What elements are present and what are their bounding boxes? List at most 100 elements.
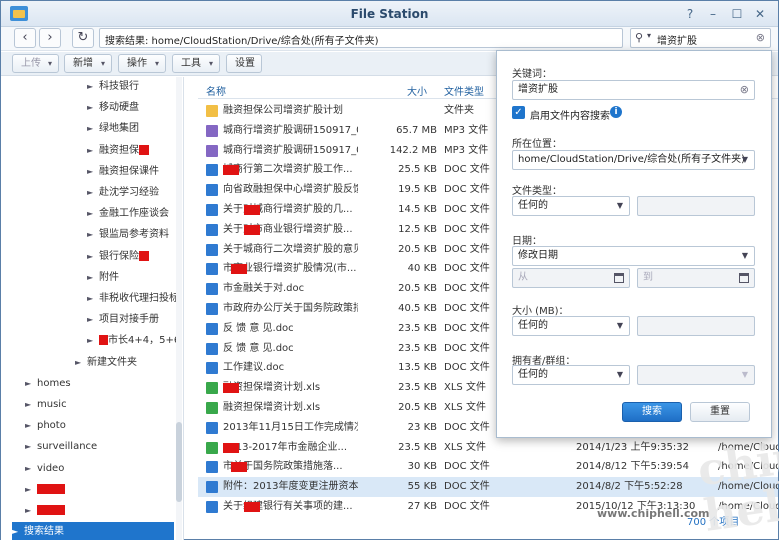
sidebar-item[interactable]: ► 项目对接手册 (87, 310, 159, 330)
clear-keyword-icon[interactable]: ⊗ (740, 81, 749, 99)
mp3-file-icon (206, 124, 218, 137)
chevron-right-icon[interactable]: ► (87, 98, 99, 118)
sidebar-item[interactable]: ► 移动硬盘 (87, 98, 139, 118)
cell-size: 23.5 KB (398, 322, 437, 334)
chevron-right-icon[interactable]: ► (87, 289, 99, 309)
calendar-icon[interactable] (614, 273, 624, 283)
chevron-right-icon[interactable]: ► (25, 395, 37, 415)
doc-file-icon (206, 164, 218, 177)
sidebar-item[interactable]: ► (25, 501, 65, 521)
maximize-icon[interactable]: ☐ (729, 6, 745, 22)
content-search-checkbox[interactable]: ✓ (512, 106, 525, 119)
chevron-right-icon[interactable]: ► (87, 77, 99, 97)
size-select[interactable]: 任何的 ▼ (512, 316, 630, 336)
size-value-input[interactable] (637, 316, 755, 336)
chevron-right-icon[interactable]: ► (25, 374, 37, 394)
path-field[interactable]: 搜索结果: home/CloudStation/Drive/综合处(所有子文件夹… (99, 28, 623, 48)
chevron-right-icon[interactable]: ► (87, 183, 99, 203)
settings-button[interactable]: 设置 (226, 54, 262, 73)
pin-icon[interactable]: – (705, 6, 721, 22)
cell-type: XLS 文件 (444, 382, 486, 394)
tools-button[interactable]: 工具 ▾ (172, 54, 220, 73)
owner-name-select[interactable]: ▼ (637, 365, 755, 385)
refresh-button[interactable]: ↻ (72, 28, 94, 48)
chevron-right-icon[interactable]: ► (87, 225, 99, 245)
doc-file-icon (206, 362, 218, 375)
chevron-right-icon[interactable]: ► (25, 501, 37, 521)
help-icon[interactable]: ? (682, 6, 698, 22)
sidebar-item[interactable]: ► 银监局参考资料 (87, 225, 169, 245)
file-station-window: File Station ? – ☐ ✕ ‹ › ↻ 搜索结果: home/Cl… (0, 0, 779, 540)
table-row[interactable]: 2013-2017年市金融企业... 23.5 KB XLS 文件 2014/1/23… (198, 438, 778, 458)
column-name[interactable]: 名称 (206, 83, 226, 98)
chevron-right-icon[interactable]: ► (87, 162, 99, 182)
chevron-right-icon[interactable]: ► (12, 522, 24, 540)
calendar-icon[interactable] (739, 273, 749, 283)
sidebar-item[interactable]: ► 融资担保课件 (87, 162, 159, 182)
sidebar-item[interactable]: ► 新建文件夹 (75, 353, 137, 373)
upload-button[interactable]: 上传 ▾ (12, 54, 59, 73)
column-type[interactable]: 文件类型 (444, 83, 484, 98)
table-row[interactable]: 市关于国务院政策措施落... 30 KB DOC 文件 2014/8/12 下午5:3… (198, 457, 778, 477)
chevron-right-icon[interactable]: ► (87, 141, 99, 161)
sidebar-item[interactable]: ► 银行保险 (87, 247, 149, 267)
filetype-select[interactable]: 任何的 ▼ (512, 196, 630, 216)
sidebar-item-search-results[interactable]: ► 搜索结果 (12, 522, 174, 540)
sidebar-item[interactable]: ► 附件 (87, 268, 119, 288)
action-button[interactable]: 操作 ▾ (118, 54, 166, 73)
chevron-right-icon[interactable]: ► (87, 268, 99, 288)
sidebar-item[interactable]: ► (25, 480, 65, 500)
table-row[interactable]: 附件：2013年度变更注册资本... 55 KB DOC 文件 2014/8/2 下午… (198, 477, 778, 498)
content-search-label: 启用文件内容搜索 (530, 111, 610, 122)
redaction-mark (244, 502, 260, 512)
cell-type: DOC 文件 (444, 501, 490, 512)
sidebar-scrollbar[interactable] (176, 77, 182, 540)
search-field[interactable]: ⚲ ▾ 增资扩股 ⊗ (630, 28, 771, 48)
sidebar-item[interactable]: ► video (25, 459, 64, 479)
close-icon[interactable]: ✕ (752, 6, 768, 22)
scrollbar-thumb[interactable] (176, 422, 182, 502)
cell-type: DOC 文件 (444, 204, 490, 215)
chevron-right-icon[interactable]: ► (25, 480, 37, 500)
sidebar-item-label: video (37, 462, 65, 474)
cell-name: 市政府办公厅关于国务院政策措... (223, 303, 358, 314)
new-button[interactable]: 新增 ▾ (64, 54, 112, 73)
chevron-down-icon[interactable]: ▾ (647, 31, 651, 40)
sidebar-item[interactable]: ► photo (25, 416, 66, 436)
chevron-right-icon[interactable]: ► (87, 331, 99, 351)
forward-button[interactable]: › (39, 28, 61, 48)
sidebar-item[interactable]: ► 市长4+4，5+6 (87, 331, 180, 351)
clear-search-icon[interactable]: ⊗ (756, 31, 765, 44)
sidebar-item[interactable]: ► 非税收代理扫投标 (87, 289, 179, 309)
sidebar-item[interactable]: ► 金融工作座谈会 (87, 204, 169, 224)
sidebar-item[interactable]: ► music (25, 395, 67, 415)
doc-file-icon (206, 283, 218, 296)
chevron-right-icon[interactable]: ► (25, 437, 37, 457)
search-button[interactable]: 搜索 (622, 402, 682, 422)
sidebar-item-label: 银监局参考资料 (99, 229, 169, 241)
date-to-input[interactable]: 到 (637, 268, 755, 288)
keyword-input[interactable]: 增资扩股 ⊗ (512, 80, 755, 100)
chevron-right-icon[interactable]: ► (87, 119, 99, 139)
sidebar-item[interactable]: ► surveillance (25, 437, 97, 457)
sidebar-item[interactable]: ► homes (25, 374, 71, 394)
chevron-right-icon[interactable]: ► (87, 204, 99, 224)
sidebar-item[interactable]: ► 绿地集团 (87, 119, 139, 139)
owner-select[interactable]: 任何的 ▼ (512, 365, 630, 385)
filetype-extension-input[interactable] (637, 196, 755, 216)
chevron-right-icon[interactable]: ► (25, 416, 37, 436)
chevron-right-icon[interactable]: ► (87, 310, 99, 330)
date-type-select[interactable]: 修改日期 ▼ (512, 246, 755, 266)
info-icon[interactable]: i (610, 106, 622, 118)
sidebar-item[interactable]: ► 科技银行 (87, 77, 139, 97)
chevron-right-icon[interactable]: ► (87, 247, 99, 267)
column-size[interactable]: 大小 (407, 83, 427, 98)
sidebar-item[interactable]: ► 赴沈学习经验 (87, 183, 159, 203)
chevron-right-icon[interactable]: ► (75, 353, 87, 373)
back-button[interactable]: ‹ (14, 28, 36, 48)
date-from-input[interactable]: 从 (512, 268, 630, 288)
sidebar-item[interactable]: ► 融资担保 (87, 141, 149, 161)
location-select[interactable]: home/CloudStation/Drive/综合处(所有子文件夹) ▼ (512, 150, 755, 170)
reset-button[interactable]: 重置 (690, 402, 750, 422)
chevron-right-icon[interactable]: ► (25, 459, 37, 479)
